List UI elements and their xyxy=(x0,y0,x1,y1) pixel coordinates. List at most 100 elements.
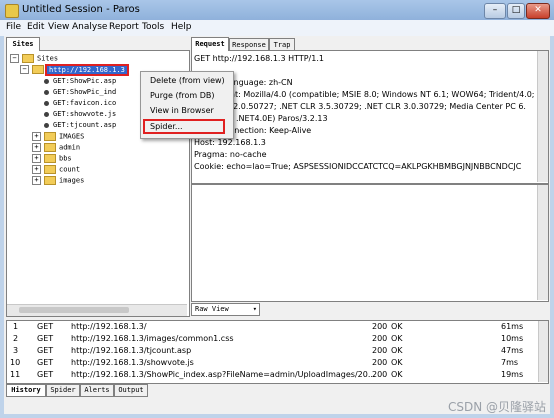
table-row[interactable]: 2 GET http://192.168.1.3/images/common1.… xyxy=(7,334,537,345)
paros-app-icon xyxy=(5,4,19,18)
expand-icon[interactable]: + xyxy=(32,176,41,185)
folder-icon xyxy=(44,143,56,152)
view-mode-value: Raw View xyxy=(195,305,229,313)
menu-view[interactable]: View xyxy=(48,22,69,32)
node-bullet-icon xyxy=(44,100,49,106)
tab-request[interactable]: Request xyxy=(191,37,229,51)
tree-child-label: GET:ShowPic.asp xyxy=(53,77,117,85)
row-id: 11 xyxy=(10,370,21,379)
row-time: 10ms xyxy=(501,334,524,343)
tree-root-label: Sites xyxy=(37,54,59,63)
minimize-button[interactable]: – xyxy=(484,3,506,19)
chevron-down-icon[interactable]: ▾ xyxy=(253,304,257,315)
tree-host[interactable]: − http://192.168.1.3 xyxy=(20,63,129,76)
row-time: 7ms xyxy=(501,358,519,367)
row-reason: OK xyxy=(391,334,403,343)
table-row[interactable]: 10 GET http://192.168.1.3/showvote.js 20… xyxy=(7,358,537,369)
table-row[interactable]: 11 GET http://192.168.1.3/ShowPic_index.… xyxy=(7,370,537,381)
maximize-button[interactable]: □ xyxy=(507,3,525,19)
menu-help[interactable]: Help xyxy=(171,22,192,32)
table-row[interactable]: 3 GET http://192.168.1.3/tjcount.asp 200… xyxy=(7,346,537,357)
menu-report[interactable]: Report xyxy=(109,22,139,32)
tree-folder[interactable]: + IMAGES xyxy=(32,132,84,141)
menu-tools[interactable]: Tools xyxy=(142,22,164,32)
tab-output[interactable]: Output xyxy=(114,384,148,397)
context-menu: Delete (from view) Purge (from DB) View … xyxy=(140,71,234,139)
request-text[interactable]: GET http://192.168.1.3 HTTP/1.1 Accept-L… xyxy=(194,53,536,181)
tab-sites[interactable]: Sites xyxy=(6,37,40,51)
row-url: http://192.168.1.3/showvote.js xyxy=(71,358,194,367)
row-url: http://192.168.1.3/ShowPic_index.asp?Fil… xyxy=(71,370,376,379)
tree-child[interactable]: GET:ShowPic.asp xyxy=(44,77,116,85)
row-id: 3 xyxy=(13,346,19,355)
tree-child-label: GET:ShowPic_ind xyxy=(53,88,117,96)
vertical-scrollbar[interactable] xyxy=(537,51,548,182)
request-line: Host: 192.168.1.3 xyxy=(194,138,266,147)
tree-child[interactable]: GET:favicon.ico xyxy=(44,99,116,107)
folder-icon xyxy=(22,54,34,63)
tree-folder-label: count xyxy=(59,165,81,174)
node-bullet-icon xyxy=(44,89,49,95)
menu-item-purge[interactable]: Purge (from DB) xyxy=(150,91,215,100)
row-time: 19ms xyxy=(501,370,524,379)
expand-icon[interactable]: + xyxy=(32,165,41,174)
request-header-panel[interactable]: GET http://192.168.1.3 HTTP/1.1 Accept-L… xyxy=(191,50,549,184)
request-line: GET http://192.168.1.3 HTTP/1.1 xyxy=(194,54,324,63)
menu-analyse[interactable]: Analyse xyxy=(72,22,107,32)
row-code: 200 xyxy=(372,322,388,331)
tree-folder-label: images xyxy=(59,176,85,185)
row-method: GET xyxy=(37,358,54,367)
row-reason: OK xyxy=(391,322,403,331)
menu-file[interactable]: File xyxy=(6,22,21,32)
tree-child[interactable]: GET:tjcount.asp xyxy=(44,121,116,129)
tree-child[interactable]: GET:showvote.js xyxy=(44,110,116,118)
table-row[interactable]: 1 GET http://192.168.1.3/ 200 OK 61ms xyxy=(7,322,537,333)
tab-spider[interactable]: Spider xyxy=(46,384,80,397)
request-line: Pragma: no-cache xyxy=(194,150,267,159)
node-bullet-icon xyxy=(44,78,49,84)
watermark: CSDN @贝隆驿站 xyxy=(447,400,546,414)
tab-history[interactable]: History xyxy=(6,384,46,397)
scrollbar-thumb[interactable] xyxy=(19,307,129,313)
vertical-scrollbar[interactable] xyxy=(537,185,548,300)
tree-child[interactable]: GET:ShowPic_ind xyxy=(44,88,116,96)
menu-bar: File Edit View Analyse Report Tools Help xyxy=(0,20,554,36)
tree-folder[interactable]: + images xyxy=(32,176,84,185)
request-line: Accept-Language: zh-CN xyxy=(194,78,293,87)
row-code: 200 xyxy=(372,346,388,355)
horizontal-scrollbar[interactable] xyxy=(7,304,187,316)
menu-item-spider[interactable]: Spider... xyxy=(143,119,225,134)
tree-folder[interactable]: + bbs xyxy=(32,154,72,163)
vertical-scrollbar[interactable] xyxy=(538,321,548,382)
menu-item-delete[interactable]: Delete (from view) xyxy=(150,76,225,85)
expand-icon[interactable]: + xyxy=(32,132,41,141)
tree-child-label: GET:tjcount.asp xyxy=(53,121,117,129)
request-line: Cookie: echo=lao=True; ASPSESSIONIDCCATC… xyxy=(194,162,522,171)
tree-folder-label: admin xyxy=(59,143,81,152)
row-time: 47ms xyxy=(501,346,524,355)
row-url: http://192.168.1.3/ xyxy=(71,322,147,331)
row-id: 2 xyxy=(13,334,19,343)
tree-root[interactable]: − Sites xyxy=(10,54,58,63)
row-code: 200 xyxy=(372,358,388,367)
row-time: 61ms xyxy=(501,322,524,331)
request-line xyxy=(194,65,536,77)
tree-host-label[interactable]: http://192.168.1.3 xyxy=(45,63,129,76)
menu-item-view-in-browser[interactable]: View in Browser xyxy=(150,106,214,115)
view-mode-select[interactable]: Raw View ▾ xyxy=(191,303,260,316)
tree-folder-label: bbs xyxy=(59,154,72,163)
request-body-panel[interactable] xyxy=(191,184,549,302)
tree-folder[interactable]: + count xyxy=(32,165,80,174)
menu-edit[interactable]: Edit xyxy=(27,22,44,32)
close-button[interactable]: ✕ xyxy=(526,3,550,19)
expand-icon[interactable]: + xyxy=(32,143,41,152)
title-bar: Untitled Session - Paros – □ ✕ xyxy=(0,0,554,20)
collapse-icon[interactable]: − xyxy=(10,54,19,63)
expand-icon[interactable]: + xyxy=(32,154,41,163)
history-panel: 1 GET http://192.168.1.3/ 200 OK 61ms 2 … xyxy=(6,320,549,384)
node-bullet-icon xyxy=(44,111,49,117)
tree-folder[interactable]: + admin xyxy=(32,143,80,152)
tab-alerts[interactable]: Alerts xyxy=(80,384,114,397)
tree-child-label: GET:favicon.ico xyxy=(53,99,117,107)
collapse-icon[interactable]: − xyxy=(20,65,29,74)
